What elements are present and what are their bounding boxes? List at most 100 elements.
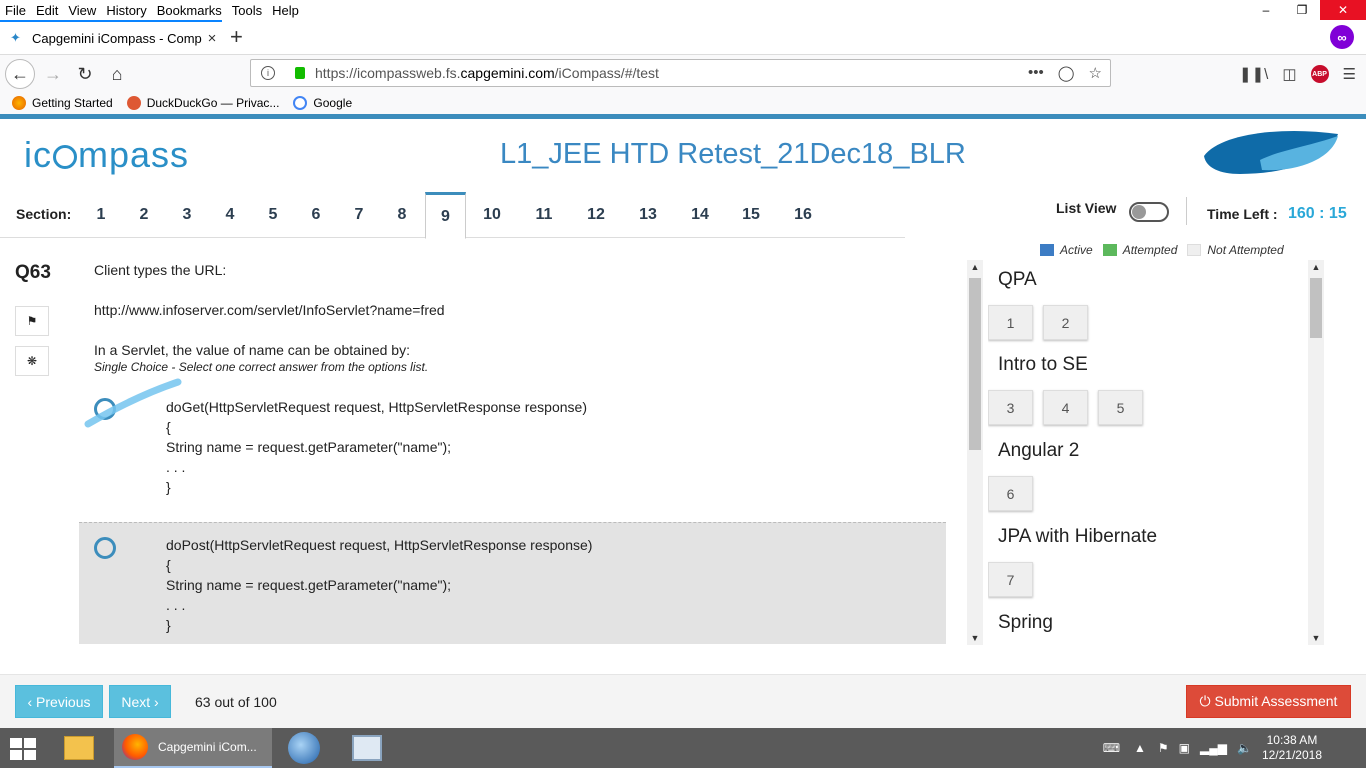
legend-attempted: Attempted — [1102, 243, 1177, 257]
file-explorer-icon[interactable] — [64, 728, 94, 768]
previous-button[interactable]: ‹ Previous — [15, 685, 103, 718]
menu-help[interactable]: Help — [272, 3, 299, 18]
palette-scrollbar[interactable]: ▲ ▼ — [1308, 260, 1324, 645]
section-tab-12[interactable]: 12 — [575, 192, 617, 238]
list-view-toggle[interactable] — [1129, 202, 1169, 222]
bookmark-google[interactable]: Google — [293, 96, 352, 110]
show-hidden-icons-icon[interactable]: ▲ — [1134, 741, 1146, 755]
menu-view[interactable]: View — [68, 3, 96, 18]
pocket-icon[interactable]: ◯ — [1058, 64, 1075, 82]
network-icon[interactable]: ▂▄▆ — [1200, 741, 1227, 755]
status-legend: Active Attempted Not Attempted — [1040, 243, 1284, 257]
forward-icon[interactable]: → — [38, 59, 68, 89]
section-tab-9[interactable]: 9 — [425, 192, 466, 239]
url-text[interactable]: https://icompassweb.fs.capgemini.com/iCo… — [315, 65, 1028, 81]
scroll-up-icon[interactable]: ▲ — [967, 262, 983, 272]
close-window-icon[interactable]: ✕ — [1320, 0, 1366, 20]
palette-question-button[interactable]: 7 — [988, 562, 1033, 597]
back-icon[interactable]: ← — [5, 59, 35, 89]
scroll-thumb[interactable] — [1310, 278, 1322, 338]
windows-start-icon[interactable] — [10, 738, 38, 760]
option-1-radio[interactable] — [94, 398, 116, 420]
option-2-radio[interactable] — [94, 537, 116, 559]
app-top-border — [0, 114, 1366, 119]
palette-group-title: Angular 2 — [998, 440, 1080, 461]
section-tab-4[interactable]: 4 — [209, 192, 251, 238]
menu-file[interactable]: File — [5, 3, 26, 18]
report-bug-icon[interactable]: ❋ — [15, 346, 49, 376]
section-tab-10[interactable]: 10 — [471, 192, 513, 238]
library-icon[interactable]: ❚❚\ — [1239, 65, 1268, 83]
capgemini-logo — [1204, 130, 1338, 174]
reload-icon[interactable]: ↻ — [70, 59, 100, 89]
section-tab-11[interactable]: 11 — [523, 192, 565, 238]
answer-option-2[interactable]: doPost(HttpServletRequest request, HttpS… — [79, 522, 946, 644]
menu-edit[interactable]: Edit — [36, 3, 58, 18]
menu-history[interactable]: History — [106, 3, 146, 18]
section-tab-6[interactable]: 6 — [295, 192, 337, 238]
assessment-footer: ‹ Previous Next › 63 out of 100 ⏻ Submit… — [0, 674, 1366, 728]
scroll-thumb[interactable] — [969, 278, 981, 450]
thunderbird-icon[interactable] — [288, 728, 320, 768]
home-icon[interactable]: ⌂ — [102, 59, 132, 89]
list-view-label: List View — [1056, 200, 1117, 216]
resource-monitor-icon[interactable] — [352, 728, 382, 768]
tab-strip: ✦ Capgemini iCompass - Compe × + ∞ — [0, 20, 1366, 54]
menu-bookmarks[interactable]: Bookmarks — [157, 3, 222, 18]
section-tab-14[interactable]: 14 — [679, 192, 721, 238]
minimize-icon[interactable]: – — [1248, 0, 1284, 20]
palette-question-button[interactable]: 5 — [1098, 390, 1143, 425]
question-scrollbar[interactable]: ▲ ▼ — [967, 260, 983, 645]
bookmark-duckduckgo[interactable]: DuckDuckGo — Privac... — [126, 96, 279, 110]
section-tab-2[interactable]: 2 — [123, 192, 165, 238]
scroll-down-icon[interactable]: ▼ — [1308, 633, 1324, 643]
section-tab-13[interactable]: 13 — [627, 192, 669, 238]
menu-tools[interactable]: Tools — [232, 3, 262, 18]
flag-action-center-icon[interactable]: ⚑ — [1158, 741, 1169, 755]
browser-tab[interactable]: ✦ Capgemini iCompass - Compe × — [0, 20, 222, 54]
palette-question-button[interactable]: 1 — [988, 305, 1033, 340]
section-tab-7[interactable]: 7 — [338, 192, 380, 238]
google-icon — [293, 96, 308, 110]
answer-option-1[interactable]: doGet(HttpServletRequest request, HttpSe… — [79, 390, 946, 502]
legend-not-attempted: Not Attempted — [1187, 243, 1284, 257]
palette-question-button[interactable]: 4 — [1043, 390, 1088, 425]
option-1-line: String name = request.getParameter("name… — [166, 439, 452, 455]
scroll-up-icon[interactable]: ▲ — [1308, 262, 1324, 272]
sidebar-icon[interactable]: ◫ — [1282, 65, 1296, 83]
option-2-line: . . . — [166, 597, 186, 613]
hamburger-menu-icon[interactable]: ☰ — [1343, 65, 1356, 83]
page-actions-icon[interactable]: ••• — [1028, 64, 1044, 82]
taskbar-firefox[interactable]: Capgemini iCom... — [114, 728, 272, 768]
new-tab-icon[interactable]: + — [230, 24, 243, 50]
question-palette: QPA 1 2 Intro to SE 3 4 5 Angular 2 6 JP… — [988, 260, 1308, 645]
adblock-icon[interactable]: ABP — [1310, 65, 1329, 83]
keyboard-icon[interactable]: ⌨ — [1103, 741, 1120, 755]
section-tab-16[interactable]: 16 — [782, 192, 824, 238]
maximize-icon[interactable]: ❐ — [1284, 0, 1320, 20]
lock-icon[interactable] — [295, 67, 305, 79]
section-tab-8[interactable]: 8 — [381, 192, 423, 238]
info-icon[interactable]: i — [261, 66, 275, 80]
close-tab-icon[interactable]: × — [202, 30, 222, 47]
clock[interactable]: 10:38 AM 12/21/2018 — [1262, 733, 1322, 763]
volume-icon[interactable]: 🔈 — [1237, 741, 1252, 755]
scroll-down-icon[interactable]: ▼ — [967, 633, 983, 643]
bookmark-star-icon[interactable]: ☆ — [1089, 64, 1102, 82]
section-tab-5[interactable]: 5 — [252, 192, 294, 238]
section-tab-1[interactable]: 1 — [80, 192, 122, 238]
address-bar[interactable]: i https://icompassweb.fs.capgemini.com/i… — [250, 59, 1111, 87]
palette-question-button[interactable]: 6 — [988, 476, 1033, 511]
next-button[interactable]: Next › — [109, 685, 171, 718]
option-1-line: } — [166, 479, 171, 495]
palette-question-button[interactable]: 2 — [1043, 305, 1088, 340]
menu-bar: File Edit View History Bookmarks Tools H… — [0, 0, 1366, 20]
palette-question-button[interactable]: 3 — [988, 390, 1033, 425]
flag-icon[interactable]: ⚑ — [15, 306, 49, 336]
device-icon[interactable]: ▣ — [1179, 741, 1190, 755]
submit-assessment-button[interactable]: ⏻ Submit Assessment — [1186, 685, 1351, 718]
bookmark-getting-started[interactable]: Getting Started — [12, 96, 113, 110]
section-tab-15[interactable]: 15 — [730, 192, 772, 238]
question-progress: 63 out of 100 — [195, 694, 277, 710]
section-tab-3[interactable]: 3 — [166, 192, 208, 238]
